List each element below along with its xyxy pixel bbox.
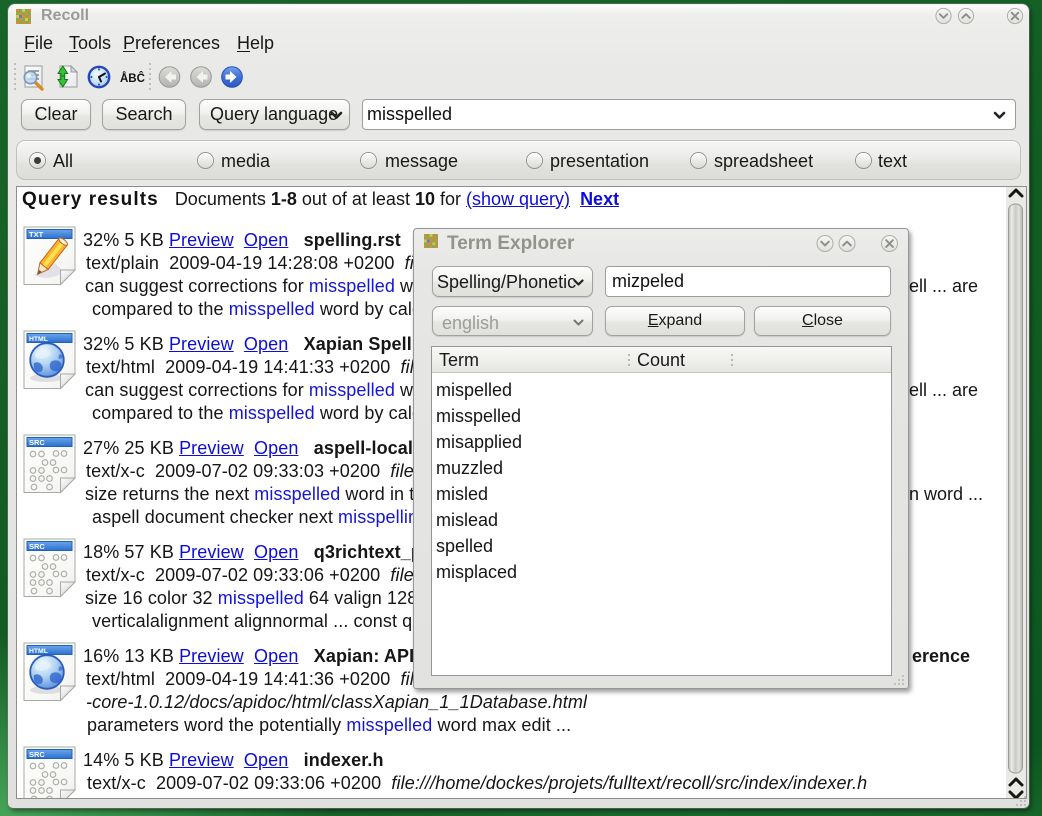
svg-text:ÅBĈ: ÅBĈ <box>120 72 145 85</box>
